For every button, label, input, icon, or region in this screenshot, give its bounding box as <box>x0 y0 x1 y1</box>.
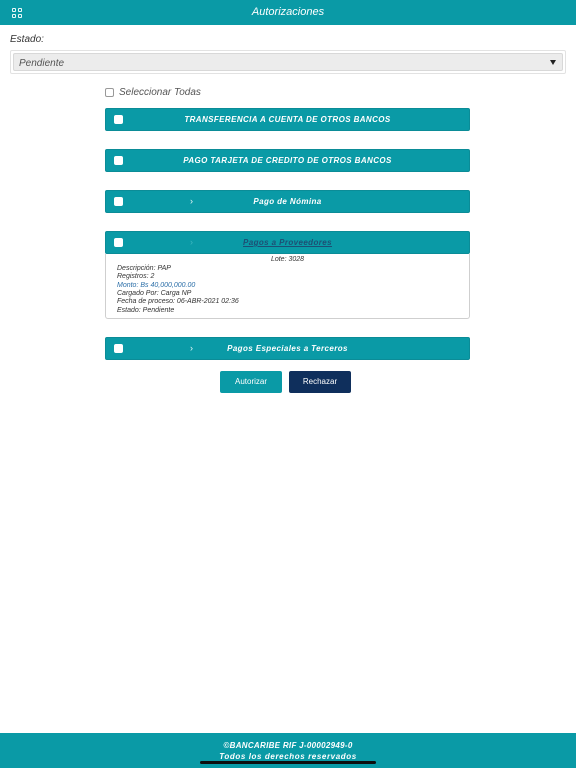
batch-descripcion: Descripción: PAP <box>117 265 171 272</box>
group-name: TRANSFERENCIA A CUENTA DE OTROS BANCOS <box>184 115 391 124</box>
estado-select[interactable]: Pendiente <box>13 53 563 71</box>
group-pagos-especiales: › Pagos Especiales a Terceros <box>105 337 470 360</box>
estado-label: Estado: <box>10 34 44 45</box>
footer-copyright: ©BANCARIBE RIF J-00002949-0 <box>223 741 353 750</box>
group-header[interactable]: › Pagos Especiales a Terceros <box>105 337 470 360</box>
batch-monto: Monto: Bs 40,000,000.00 <box>117 282 196 289</box>
authorize-button[interactable]: Autorizar <box>220 371 282 393</box>
batch-fecha: Fecha de proceso: 06-ABR-2021 02:36 <box>117 298 239 305</box>
page-title: Autorizaciones <box>251 6 325 18</box>
group-transferencia: TRANSFERENCIA A CUENTA DE OTROS BANCOS <box>105 108 470 131</box>
group-header[interactable]: › Pago de Nómina <box>105 190 470 213</box>
group-name: Pagos a Proveedores <box>243 238 332 247</box>
group-pago-nomina: › Pago de Nómina <box>105 190 470 213</box>
batch-registros: Registros: 2 <box>117 273 155 280</box>
batch-lote: Lote: 3028 <box>270 256 305 263</box>
batch-estado: Estado: Pendiente <box>117 307 175 314</box>
select-all[interactable]: Seleccionar Todas <box>105 87 201 98</box>
batch-detail[interactable]: Lote: 3028 Descripción: PAP Registros: 2… <box>105 254 470 319</box>
estado-select-container: Pendiente <box>10 50 566 74</box>
select-all-checkbox[interactable] <box>105 88 114 97</box>
caret-down-icon <box>550 60 556 65</box>
reject-button[interactable]: Rechazar <box>289 371 351 393</box>
group-pago-tarjeta: PAGO TARJETA DE CREDITO DE OTROS BANCOS <box>105 149 470 172</box>
app-header: Autorizaciones <box>0 0 576 25</box>
group-name: Pago de Nómina <box>253 197 322 206</box>
select-all-label: Seleccionar Todas <box>119 87 201 98</box>
group-pagos-proveedores: › Pagos a Proveedores Lote: 3028 Descrip… <box>105 231 470 319</box>
home-indicator <box>200 761 376 764</box>
footer-rights: Todos los derechos reservados <box>219 752 357 761</box>
estado-select-value: Pendiente <box>19 58 65 69</box>
footer: ©BANCARIBE RIF J-00002949-0 Todos los de… <box>0 733 576 768</box>
group-header[interactable]: › Pagos a Proveedores <box>105 231 470 254</box>
group-name: Pagos Especiales a Terceros <box>227 344 348 353</box>
group-name: PAGO TARJETA DE CREDITO DE OTROS BANCOS <box>183 156 392 165</box>
group-header[interactable]: PAGO TARJETA DE CREDITO DE OTROS BANCOS <box>105 149 470 172</box>
batch-cargado-por: Cargado Por: Carga NP <box>117 290 192 297</box>
group-header[interactable]: TRANSFERENCIA A CUENTA DE OTROS BANCOS <box>105 108 470 131</box>
